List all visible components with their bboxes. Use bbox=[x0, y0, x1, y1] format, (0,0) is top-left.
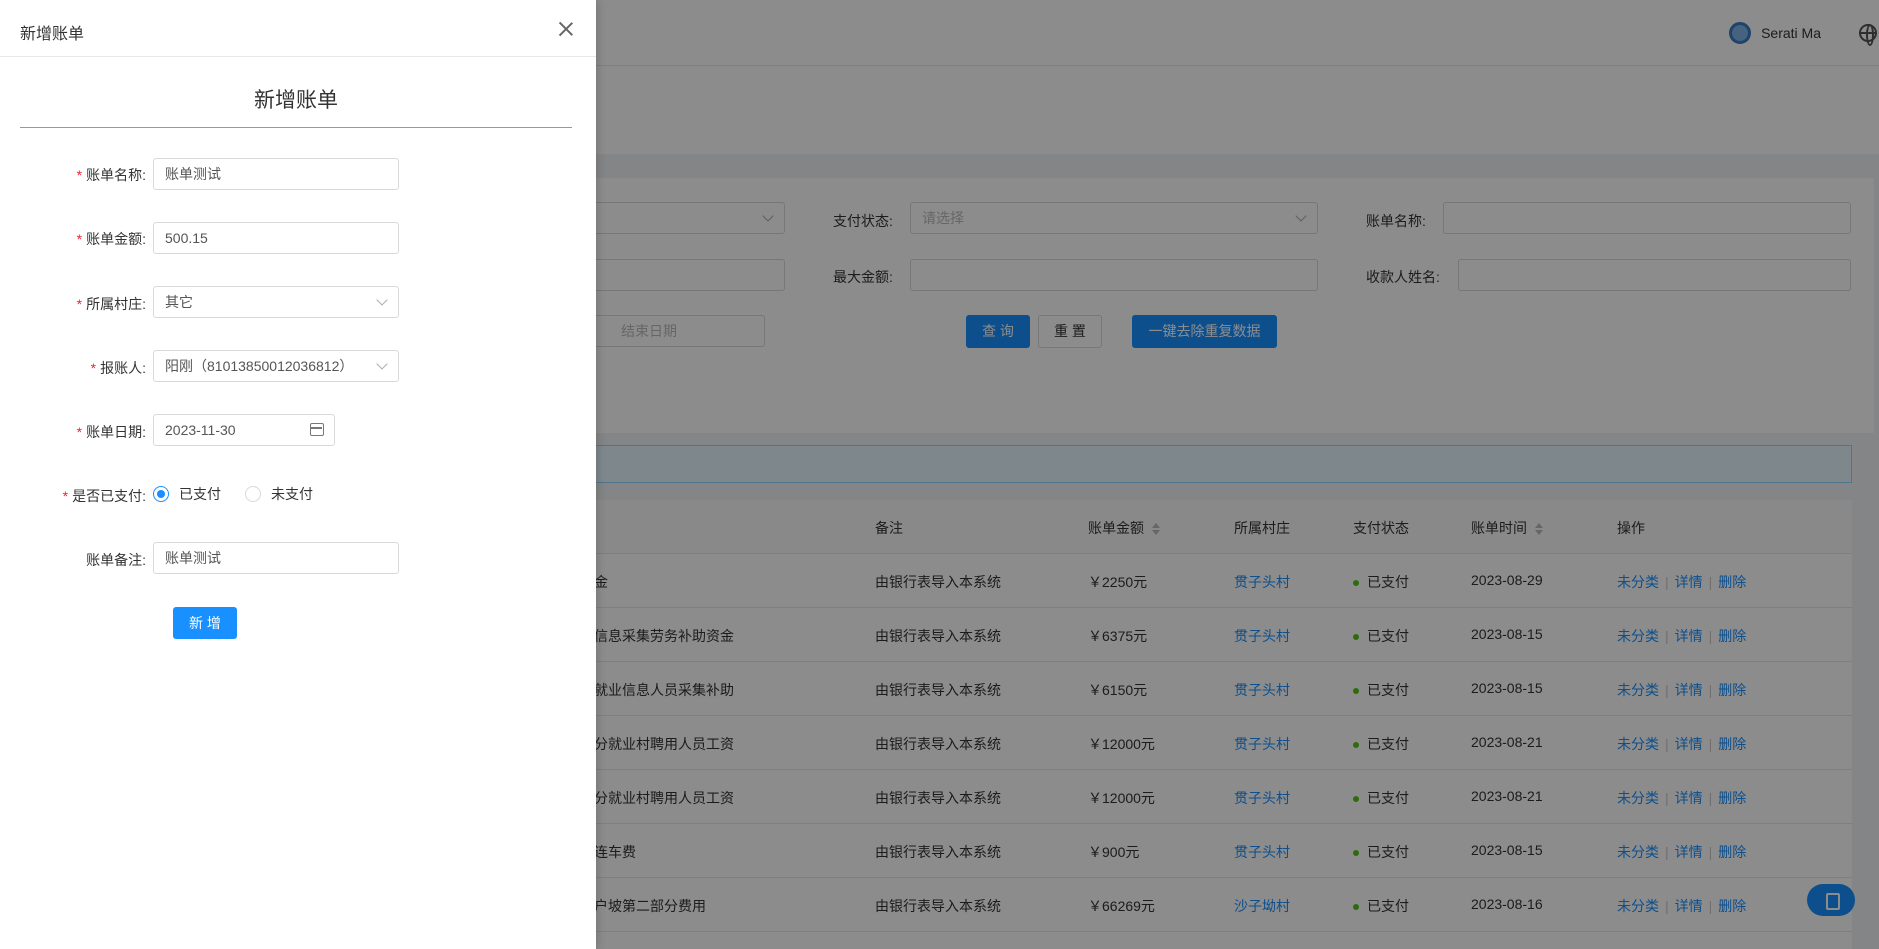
radio-paid[interactable] bbox=[153, 486, 169, 502]
calendar-icon bbox=[310, 423, 324, 436]
bill-name-field-label: * 账单名称: bbox=[76, 167, 146, 183]
radio-paid-label[interactable]: 已支付 bbox=[179, 484, 221, 504]
submit-button[interactable]: 新 增 bbox=[173, 607, 237, 639]
bill-date-picker[interactable]: 2023-11-30 bbox=[153, 414, 335, 446]
radio-unpaid[interactable] bbox=[245, 486, 261, 502]
bill-amount-field[interactable]: 500.15 bbox=[153, 222, 399, 254]
reporter-field-label: * 报账人: bbox=[90, 360, 146, 376]
drawer-title: 新增账单 bbox=[20, 26, 85, 43]
form-title: 新增账单 bbox=[254, 89, 338, 112]
radio-unpaid-label[interactable]: 未支付 bbox=[271, 484, 313, 504]
close-icon[interactable] bbox=[558, 21, 574, 37]
chevron-down-icon bbox=[376, 358, 388, 370]
remark-field-label: 账单备注: bbox=[86, 552, 146, 568]
remark-field[interactable]: 账单测试 bbox=[153, 542, 399, 574]
bill-name-field[interactable]: 账单测试 bbox=[153, 158, 399, 190]
bill-amount-field-label: * 账单金额: bbox=[76, 231, 146, 247]
drawer-header: 新增账单 bbox=[0, 0, 596, 57]
chevron-down-icon bbox=[376, 294, 388, 306]
bill-date-field-label: * 账单日期: bbox=[76, 424, 146, 440]
village-select[interactable]: 其它 bbox=[153, 286, 399, 318]
reporter-select[interactable]: 阳刚（81013850012036812） bbox=[153, 350, 399, 382]
form-divider bbox=[20, 127, 572, 128]
paid-field-label: * 是否已支付: bbox=[62, 488, 146, 504]
add-bill-drawer: 新增账单 新增账单 * 账单名称: 账单测试 * 账单金额: 500.15 * 所属村… bbox=[0, 0, 596, 949]
paid-radio-group: 已支付 未支付 bbox=[153, 484, 337, 504]
village-field-label: * 所属村庄: bbox=[76, 296, 146, 312]
